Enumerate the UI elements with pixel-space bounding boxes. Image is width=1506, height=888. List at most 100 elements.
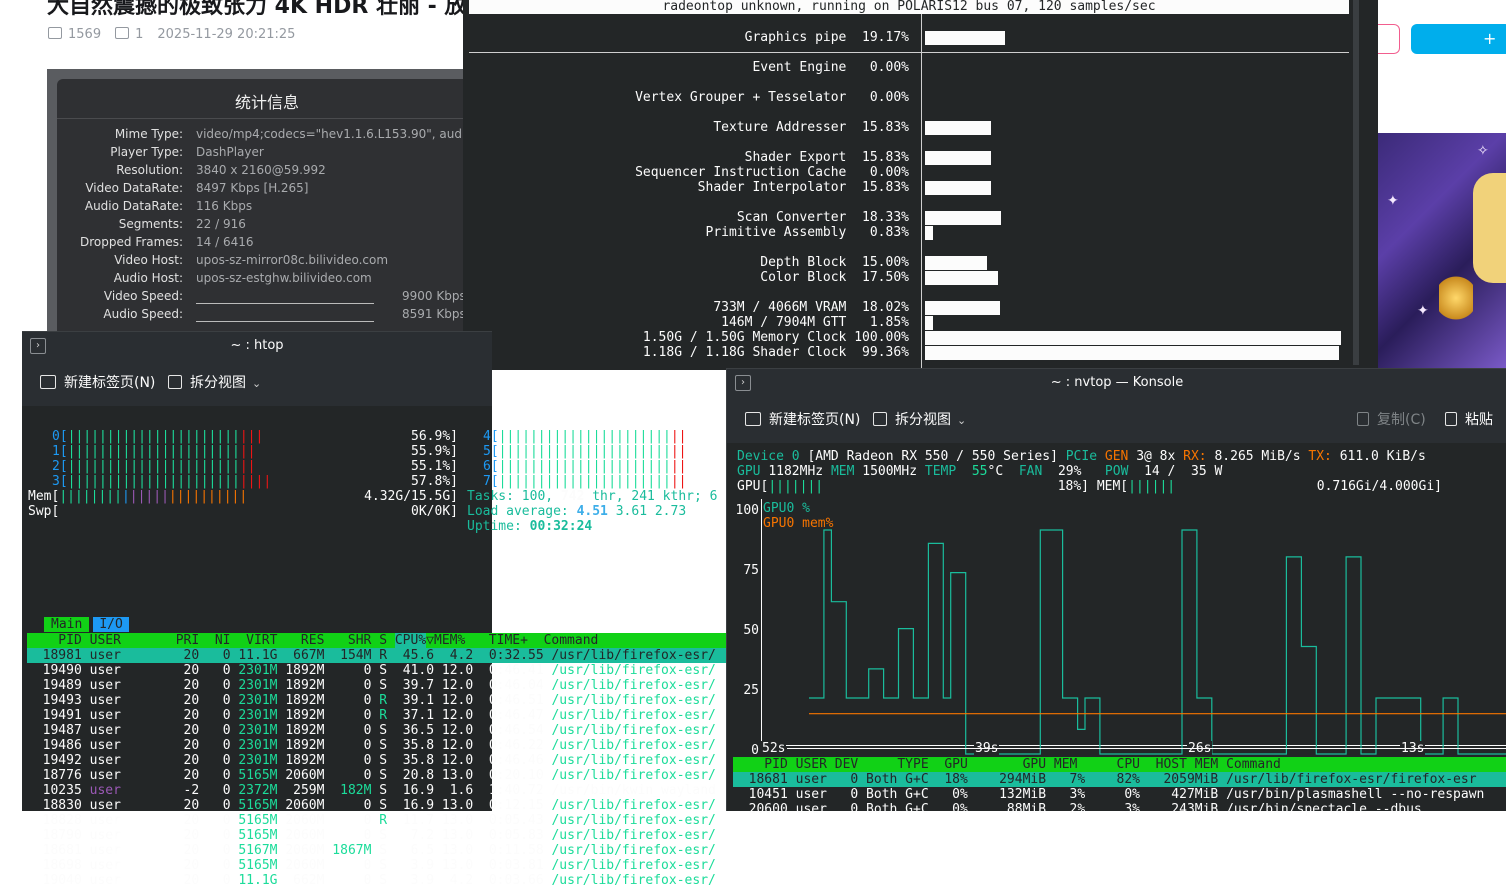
- htop-window[interactable]: › ~ : htop 新建标签页(N) 拆分视图 ⌄ 0[||||||||||||…: [22, 331, 747, 888]
- cell: 2060M: [285, 798, 333, 813]
- nvtop-titlebar[interactable]: › ~ : nvtop — Konsole: [727, 369, 1506, 397]
- cell: 0: [207, 798, 239, 813]
- cell: 20: [128, 723, 208, 738]
- cell: 2060M: [285, 768, 333, 783]
- htop-titlebar[interactable]: › ~ : htop: [22, 332, 492, 360]
- table-row[interactable]: 19487 user 20 0 2301M 1892M 0 S 36.5 12.…: [27, 723, 747, 738]
- radeontop-bar: [925, 331, 1341, 345]
- cell: S: [379, 663, 395, 678]
- cell: 182M: [332, 783, 380, 798]
- copy-button[interactable]: 复制(C): [1357, 411, 1426, 429]
- cell: 20: [128, 693, 208, 708]
- cell: user: [89, 843, 129, 858]
- cell: R: [379, 813, 395, 828]
- cell: 1892M: [285, 753, 333, 768]
- recommend-poster[interactable]: ✦ ✦ ✧: [1377, 133, 1506, 369]
- x-tick-label: 52s: [761, 741, 787, 756]
- radeontop-label: 146M / 7904M GTT 1.85%: [721, 315, 909, 330]
- table-row[interactable]: 18828 user 20 0 5165M 2060M 0 R 11.7 13.…: [27, 813, 747, 828]
- cell: 7.2: [394, 828, 442, 843]
- table-row[interactable]: 18681 user 20 0 5167M 2060M 1867M S 6.5 …: [27, 843, 747, 858]
- tab-io[interactable]: I/O: [93, 617, 129, 632]
- stats-title: 统计信息: [234, 93, 299, 112]
- table-row[interactable]: 18790 user 20 0 5165M 2060M 0 S 7.2 13.0…: [27, 828, 747, 843]
- cell: 0: [207, 828, 239, 843]
- cell: /usr/lib/firefox-esr/: [551, 753, 716, 768]
- cell: user: [89, 858, 129, 873]
- table-row[interactable]: 19040 user 20 0 11.1G 662M 0 S 3.9 4.2 0…: [27, 873, 747, 888]
- new-tab-button[interactable]: 新建标签页(N): [40, 374, 155, 392]
- radeontop-window[interactable]: radeontop unknown, running on POLARIS12 …: [463, 0, 1378, 370]
- star-icon: ✦: [1417, 303, 1429, 319]
- y-tick-label: 75: [743, 563, 759, 578]
- cell: 0: [332, 738, 380, 753]
- stats-row: Resolution: 3840 x 2160@59.992: [57, 161, 326, 179]
- cpu-bar-kernel: ||: [670, 444, 687, 459]
- cpu-bar-user: ||||||||||||||||||||||: [498, 444, 671, 459]
- table-row[interactable]: 19489 user 20 0 2301M 1892M 0 S 39.7 12.…: [27, 678, 747, 693]
- new-tab-icon: [745, 412, 761, 426]
- cell: S: [379, 873, 395, 888]
- terminal-icon: ›: [30, 338, 46, 354]
- sort-column-cpu[interactable]: CPU%: [394, 633, 427, 648]
- nvtop-process-header[interactable]: PID USER DEV TYPE GPU GPU MEM CPU HOST M…: [733, 757, 1506, 772]
- cpu-meter-3: 3[||||||||||||||||||||||||||: [52, 474, 271, 489]
- nvtop-process-row[interactable]: 10451 user 0 Both G+C 0% 132MiB 3% 0% 42…: [733, 787, 1506, 802]
- cell: 0: [207, 693, 239, 708]
- star-icon: ✦: [1387, 193, 1399, 209]
- nvtop-window[interactable]: › ~ : nvtop — Konsole 新建标签页(N) 拆分视图 ⌄ 复制(…: [726, 368, 1506, 817]
- cell: 0:03.81: [481, 858, 552, 873]
- cpu-meter-6: 6[||||||||||||||||||||||||: [483, 459, 687, 474]
- table-row[interactable]: 18698 user 20 0 5165M 2060M 0 S 3.9 13.0…: [27, 858, 747, 873]
- split-view-button[interactable]: 拆分视图 ⌄: [168, 374, 261, 392]
- scrollbar[interactable]: [1353, 0, 1359, 365]
- cell: 2301M: [238, 708, 286, 723]
- table-row[interactable]: 19492 user 20 0 2301M 1892M 0 S 35.8 12.…: [27, 753, 747, 768]
- comment-icon: [115, 27, 130, 39]
- table-row[interactable]: 19486 user 20 0 2301M 1892M 0 S 35.8 12.…: [27, 738, 747, 753]
- table-row[interactable]: 18776 user 20 0 5165M 2060M 0 S 20.8 13.…: [27, 768, 747, 783]
- cell: 1.6: [441, 783, 482, 798]
- cell: user: [89, 708, 129, 723]
- cell: 1892M: [285, 693, 333, 708]
- nvtop-process-row[interactable]: 18681 user 0 Both G+C 18% 294MiB 7% 82% …: [733, 772, 1506, 787]
- cell: /usr/lib/firefox-esr/: [551, 723, 716, 738]
- cell: 0:46.51: [481, 693, 552, 708]
- cell: 0: [207, 738, 239, 753]
- cell: 0: [332, 798, 380, 813]
- mem-meter-value: 0.716Gi/4.000Gi]: [1316, 479, 1442, 494]
- cell: -2: [128, 783, 208, 798]
- uptime: Uptime: 00:32:24: [467, 519, 593, 534]
- cell: 1892M: [285, 723, 333, 738]
- table-row[interactable]: 18981 user 20 0 11.1G 667M 154M R 45.6 4…: [27, 648, 747, 663]
- cpu-meter-7: 7[||||||||||||||||||||||||: [483, 474, 687, 489]
- cell: 2060M: [285, 813, 333, 828]
- nvtop-terminal[interactable]: Device 0 [AMD Radeon RX 550 / 550 Series…: [727, 443, 1506, 817]
- table-row[interactable]: 19491 user 20 0 2301M 1892M 0 R 37.1 12.…: [27, 708, 747, 723]
- radeontop-label: Event Engine 0.00%: [752, 60, 909, 75]
- htop-toolbar: 新建标签页(N) 拆分视图 ⌄: [22, 360, 492, 406]
- paste-icon: [1445, 412, 1457, 426]
- table-row[interactable]: 19490 user 20 0 2301M 1892M 0 S 41.0 12.…: [27, 663, 747, 678]
- legend-gpu: GPU0 %: [763, 501, 810, 516]
- paste-button[interactable]: 粘贴: [1445, 411, 1493, 429]
- new-tab-button[interactable]: 新建标签页(N): [745, 411, 860, 429]
- process-table-header[interactable]: PID USER PRI NI VIRT RES SHR S CPU%▽MEM%…: [27, 633, 747, 648]
- cell: 0: [332, 708, 380, 723]
- tasks-summary: Tasks: 100, 742 thr, 241 kthr; 6: [467, 489, 718, 504]
- cell: 18828: [27, 813, 90, 828]
- cell: /usr/lib/firefox-esr/: [551, 708, 716, 723]
- add-button[interactable]: +: [1411, 24, 1506, 54]
- mem-meter: Mem[||||||||||||||||||||||||: [28, 489, 248, 504]
- poster-figure: [1473, 173, 1506, 283]
- cpu-label: 6[: [483, 459, 499, 474]
- table-row[interactable]: 10235 user -2 0 2372M 259M 182M S 16.9 1…: [27, 783, 747, 798]
- cell: /usr/bin/kwin_wayland: [551, 783, 716, 798]
- tab-main[interactable]: Main: [44, 617, 90, 632]
- split-view-button[interactable]: 拆分视图 ⌄: [873, 411, 966, 429]
- table-row[interactable]: 18830 user 20 0 5165M 2060M 0 S 16.9 13.…: [27, 798, 747, 813]
- cell: 20: [128, 828, 208, 843]
- cell: 19491: [27, 708, 90, 723]
- htop-terminal[interactable]: 0[||||||||||||||||||||||||| 56.9%] 1[|||||…: [22, 406, 747, 888]
- table-row[interactable]: 19493 user 20 0 2301M 1892M 0 R 39.1 12.…: [27, 693, 747, 708]
